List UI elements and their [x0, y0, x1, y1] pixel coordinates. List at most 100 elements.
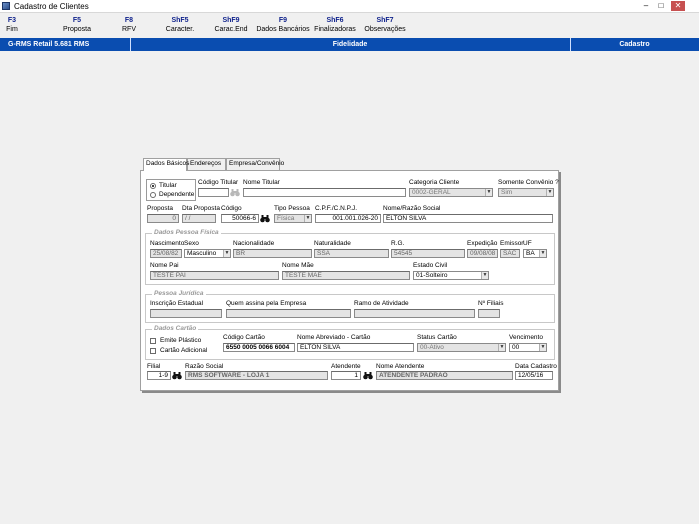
- nome-pai-label: Nome Pai: [150, 262, 179, 269]
- toolbar-label: Finalizadoras: [314, 26, 356, 33]
- num-filiais-input[interactable]: [478, 309, 500, 318]
- categoria-cliente-label: Categoria Cliente: [409, 179, 460, 186]
- somente-convenio-select[interactable]: Sim ▼: [498, 188, 554, 197]
- categoria-cliente-select[interactable]: 0002-GERAL ▼: [409, 188, 493, 197]
- toolbar-button-fim[interactable]: F3 Fim: [0, 16, 24, 35]
- data-cadastro-input[interactable]: 12/05/16: [515, 371, 553, 380]
- status-bar: G-RMS Retail 5.681 RMS Fidelidade Cadast…: [0, 38, 699, 51]
- nome-abreviado-input[interactable]: ELTON SILVA: [297, 343, 414, 352]
- chevron-down-icon: ▼: [485, 189, 492, 196]
- pessoa-juridica-title: Pessoa Jurídica: [152, 290, 206, 298]
- toolbar-label: Carac.End: [214, 26, 248, 33]
- naturalidade-input[interactable]: SSA: [314, 249, 389, 258]
- codigo-input[interactable]: 50066-6: [221, 214, 259, 223]
- codigo-cartao-input[interactable]: 6550 0005 0066 6004: [223, 343, 295, 352]
- chevron-down-icon: ▼: [546, 189, 553, 196]
- status-cartao-value: 00-Ativo: [420, 344, 444, 351]
- atendente-input[interactable]: 1: [331, 371, 361, 380]
- vencimento-select[interactable]: 00 ▼: [509, 343, 547, 352]
- razao-social-label: Razão Social: [185, 363, 224, 370]
- toolbar-key: ShF9: [222, 17, 240, 24]
- nome-abreviado-label: Nome Abreviado - Cartão: [297, 334, 371, 341]
- toolbar-key: F9: [278, 17, 288, 24]
- toolbar-button-rfv[interactable]: F8 RFV: [117, 16, 141, 35]
- codigo-titular-input[interactable]: [198, 188, 229, 197]
- dta-proposta-input[interactable]: / /: [182, 214, 216, 223]
- proposta-input[interactable]: 0: [147, 214, 179, 223]
- cartao-adicional-label: Cartão Adicional: [160, 347, 208, 354]
- status-cartao-select[interactable]: 00-Ativo ▼: [417, 343, 506, 352]
- binoculars-icon[interactable]: [172, 371, 182, 380]
- minimize-button[interactable]: –: [641, 1, 651, 11]
- toolbar-button-finalizadoras[interactable]: ShF6 Finalizadoras: [312, 16, 358, 35]
- quem-assina-input[interactable]: [226, 309, 351, 318]
- maximize-button[interactable]: □: [656, 1, 666, 11]
- toolbar-key: F8: [124, 17, 134, 24]
- binoculars-icon[interactable]: [230, 188, 240, 197]
- toolbar-button-carac-end[interactable]: ShF9 Carac.End: [212, 16, 250, 35]
- emite-plastico-label: Emite Plástico: [160, 337, 202, 344]
- somente-convenio-value: Sim: [501, 189, 513, 196]
- toolbar-button-observacoes[interactable]: ShF7 Observações: [363, 16, 407, 35]
- razao-social-input[interactable]: RMS SOFTWARE - LOJA 1: [185, 371, 328, 380]
- tab-dados-basicos[interactable]: Dados Básicos: [143, 158, 189, 171]
- chevron-down-icon: ▼: [539, 250, 546, 257]
- tipo-pessoa-select[interactable]: Física ▼: [274, 214, 312, 223]
- num-filiais-label: Nº Filiais: [478, 300, 504, 307]
- ramo-atividade-input[interactable]: [354, 309, 475, 318]
- expedicao-input[interactable]: 09/08/08: [467, 249, 498, 258]
- nome-mae-input[interactable]: TESTE MAE: [282, 271, 410, 280]
- nome-pai-input[interactable]: TESTE PAI: [150, 271, 279, 280]
- toolbar-label: Proposta: [62, 26, 92, 33]
- status-screen: Cadastro: [619, 41, 650, 48]
- toolbar-key: ShF6: [326, 17, 344, 24]
- filial-input[interactable]: 1-9: [147, 371, 171, 380]
- toolbar-button-caracter[interactable]: ShF5 Caracter.: [161, 16, 199, 35]
- toolbar-label: Caracter.: [165, 26, 195, 33]
- toolbar-button-proposta[interactable]: F5 Proposta: [60, 16, 94, 35]
- binoculars-icon[interactable]: [260, 214, 270, 223]
- binoculars-icon[interactable]: [363, 371, 373, 380]
- nome-razao-input[interactable]: ELTON SILVA: [383, 214, 553, 223]
- tipo-pessoa-value: Física: [277, 215, 295, 222]
- proposta-label: Proposta: [147, 205, 174, 212]
- sexo-value: Masculino: [187, 250, 217, 257]
- inscricao-estadual-input[interactable]: [150, 309, 222, 318]
- dependente-label: Dependente: [159, 191, 195, 198]
- toolbar-button-dados-bancarios[interactable]: F9 Dados Bancários: [256, 16, 310, 35]
- cpf-input[interactable]: 001.001.026-20: [315, 214, 381, 223]
- nome-atendente-input[interactable]: ATENDENTE PADRAO: [376, 371, 513, 380]
- nome-titular-input[interactable]: [243, 188, 406, 197]
- titular-radio[interactable]: [150, 183, 156, 189]
- dados-basicos-panel: Titular Dependente Código Titular Nome T…: [140, 170, 559, 391]
- title-bar: Cadastro de Clientes – □ ✕: [0, 0, 699, 13]
- nascimento-input[interactable]: 25/08/82: [150, 249, 182, 258]
- sexo-label: Sexo: [184, 240, 199, 247]
- toolbar-label: Dados Bancários: [256, 26, 310, 33]
- nome-atendente-label: Nome Atendente: [376, 363, 425, 370]
- app-icon: [2, 2, 10, 10]
- toolbar-label: Fim: [6, 26, 18, 33]
- rg-input[interactable]: 54545: [391, 249, 465, 258]
- uf-select[interactable]: BA ▼: [523, 249, 547, 258]
- cpf-label: C.P.F./C.N.P.J.: [315, 205, 358, 212]
- emite-plastico-checkbox[interactable]: [150, 338, 156, 344]
- toolbar-label: RFV: [122, 26, 136, 33]
- chevron-down-icon: ▼: [223, 250, 230, 257]
- inscricao-estadual-label: Inscrição Estadual: [150, 300, 204, 307]
- sexo-select[interactable]: Masculino ▼: [184, 249, 231, 258]
- expedicao-label: Expedição: [467, 240, 498, 247]
- toolbar-key: ShF5: [171, 17, 189, 24]
- function-toolbar: F3 Fim F5 Proposta F8 RFV ShF5 Caracter. ShF…: [0, 14, 699, 38]
- chevron-down-icon: ▼: [498, 344, 505, 351]
- emissor-input[interactable]: SAC: [500, 249, 520, 258]
- status-cartao-label: Status Cartão: [417, 334, 457, 341]
- nacionalidade-input[interactable]: BR: [233, 249, 312, 258]
- toolbar-key: ShF7: [376, 17, 394, 24]
- tab-empresa-convenio[interactable]: Empresa/Convênio: [226, 158, 284, 170]
- dependente-radio[interactable]: [150, 192, 156, 198]
- estado-civil-select[interactable]: 01-Solteiro ▼: [413, 271, 489, 280]
- cartao-adicional-checkbox[interactable]: [150, 348, 156, 354]
- tab-enderecos[interactable]: Endereços: [187, 158, 226, 170]
- close-button[interactable]: ✕: [671, 1, 685, 11]
